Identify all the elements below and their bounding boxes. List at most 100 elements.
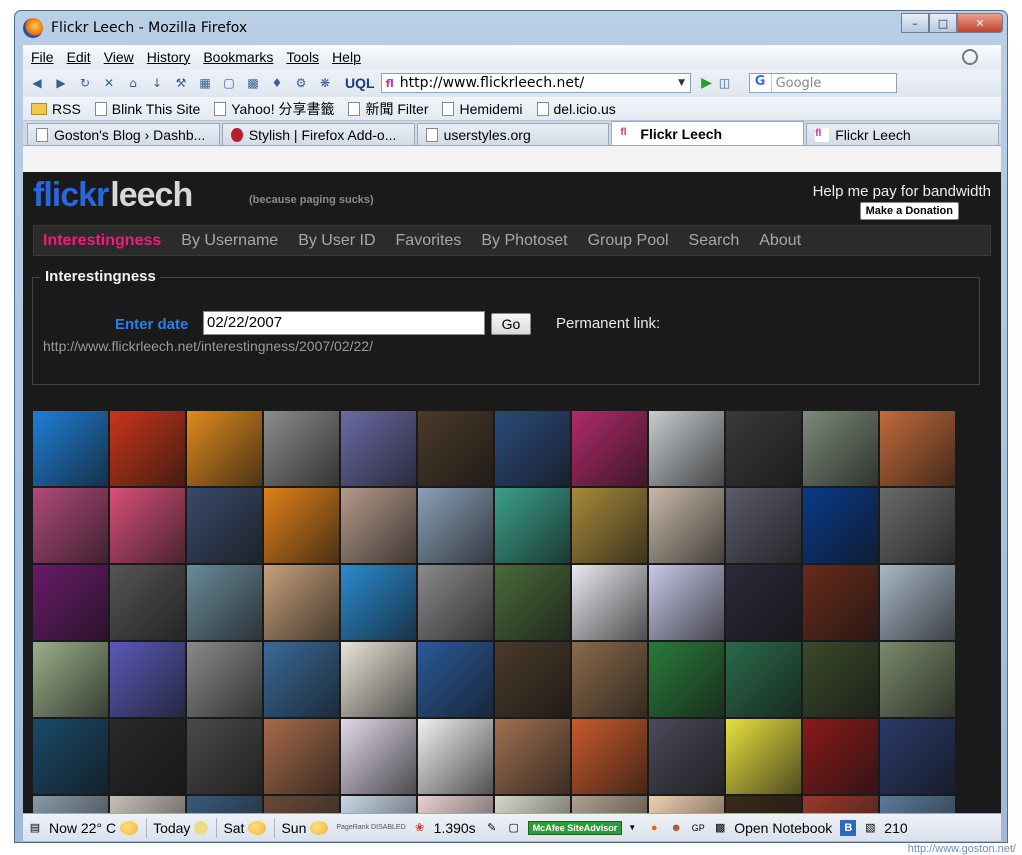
photo-thumbnail[interactable] <box>726 642 801 717</box>
bookmark-icon[interactable]: ▦ <box>197 75 213 91</box>
nav-search[interactable]: Search <box>689 232 740 250</box>
reload-icon[interactable]: ↻ <box>77 75 93 91</box>
greasemonkey-icon[interactable]: ☻ <box>668 820 684 836</box>
date-field[interactable]: 02/22/2007 <box>203 311 485 335</box>
photo-thumbnail[interactable] <box>572 796 647 813</box>
tab-flickr-leech-active[interactable]: fl Flickr Leech <box>611 121 805 145</box>
photo-thumbnail[interactable] <box>110 796 185 813</box>
tag-icon[interactable]: ♦ <box>269 75 285 91</box>
photo-thumbnail[interactable] <box>264 719 339 794</box>
photo-thumbnail[interactable] <box>187 488 262 563</box>
photo-thumbnail[interactable] <box>418 796 493 813</box>
weather-today[interactable]: Today <box>153 820 209 836</box>
photo-thumbnail[interactable] <box>33 642 108 717</box>
status-toggle-icon[interactable]: ▤ <box>27 820 43 836</box>
photo-thumbnail[interactable] <box>880 488 955 563</box>
photo-thumbnail[interactable] <box>33 488 108 563</box>
photo-thumbnail[interactable] <box>572 719 647 794</box>
photo-thumbnail[interactable] <box>341 411 416 486</box>
minimize-button[interactable]: – <box>901 13 929 33</box>
chevron-down-icon[interactable]: ▼ <box>674 78 690 88</box>
photo-thumbnail[interactable] <box>187 796 262 813</box>
photo-thumbnail[interactable] <box>341 488 416 563</box>
grid-icon[interactable]: ▩ <box>245 75 261 91</box>
photo-thumbnail[interactable] <box>418 642 493 717</box>
photo-thumbnail[interactable] <box>495 796 570 813</box>
photo-thumbnail[interactable] <box>264 642 339 717</box>
weather-sat[interactable]: Sat <box>223 820 267 836</box>
photo-thumbnail[interactable] <box>495 719 570 794</box>
photo-thumbnail[interactable] <box>33 565 108 640</box>
menu-view[interactable]: View <box>104 49 134 65</box>
photo-thumbnail[interactable] <box>803 565 878 640</box>
tab-userstyles[interactable]: userstyles.org <box>416 123 610 145</box>
title-bar[interactable]: Flickr Leech - Mozilla Firefox – □ ✕ <box>15 11 1007 45</box>
photo-thumbnail[interactable] <box>649 565 724 640</box>
photo-thumbnail[interactable] <box>803 719 878 794</box>
photo-thumbnail[interactable] <box>726 796 801 813</box>
mcafee-siteadvisor-button[interactable]: McAfee SiteAdvisor <box>527 820 623 835</box>
photo-thumbnail[interactable] <box>572 642 647 717</box>
photo-thumbnail[interactable] <box>649 796 724 813</box>
nav-about[interactable]: About <box>759 232 801 250</box>
nav-favorites[interactable]: Favorites <box>396 232 462 250</box>
address-bar[interactable]: fl http://www.flickrleech.net/ ▼ <box>380 73 691 93</box>
uql-button[interactable]: UQL <box>345 75 375 91</box>
photo-thumbnail[interactable] <box>726 565 801 640</box>
weather-now[interactable]: Now 22° C <box>49 820 139 836</box>
photo-thumbnail[interactable] <box>572 411 647 486</box>
nav-by-username[interactable]: By Username <box>181 232 278 250</box>
photo-thumbnail[interactable] <box>33 796 108 813</box>
photo-thumbnail[interactable] <box>341 642 416 717</box>
photo-thumbnail[interactable] <box>649 642 724 717</box>
photo-thumbnail[interactable] <box>726 488 801 563</box>
photo-thumbnail[interactable] <box>418 488 493 563</box>
bookmark-yahoo[interactable]: Yahoo! 分享書籤 <box>214 99 334 119</box>
back-arrow-icon[interactable]: ◀ <box>29 75 45 91</box>
bookmark-news-filter[interactable]: 新聞 Filter <box>348 99 428 119</box>
tools-icon[interactable]: ⚒ <box>173 75 189 91</box>
forward-arrow-icon[interactable]: ▶ <box>53 75 69 91</box>
chevron-down-icon[interactable]: ▼ <box>624 820 640 836</box>
photo-thumbnail[interactable] <box>880 719 955 794</box>
maximize-button[interactable]: □ <box>929 13 957 33</box>
photo-thumbnail[interactable] <box>572 565 647 640</box>
menu-help[interactable]: Help <box>332 49 361 65</box>
tab-stylish[interactable]: Stylish | Firefox Add-o... <box>221 123 415 145</box>
edit-icon[interactable]: ✎ <box>484 820 500 836</box>
photo-thumbnail[interactable] <box>803 488 878 563</box>
bookmark-rss[interactable]: RSS <box>31 101 81 117</box>
photo-thumbnail[interactable] <box>187 642 262 717</box>
photo-thumbnail[interactable] <box>418 565 493 640</box>
photo-thumbnail[interactable] <box>187 411 262 486</box>
photo-thumbnail[interactable] <box>880 565 955 640</box>
photo-thumbnail[interactable] <box>649 488 724 563</box>
photo-thumbnail[interactable] <box>187 565 262 640</box>
photo-thumbnail[interactable] <box>110 642 185 717</box>
photo-thumbnail[interactable] <box>264 411 339 486</box>
nav-by-photoset[interactable]: By Photoset <box>481 232 567 250</box>
tab-flickr-leech[interactable]: fl Flickr Leech <box>806 123 999 145</box>
puzzle-icon[interactable]: ❋ <box>317 75 333 91</box>
menu-history[interactable]: History <box>147 49 191 65</box>
photo-thumbnail[interactable] <box>880 796 955 813</box>
chart-icon[interactable]: ▧ <box>862 820 878 836</box>
page-icon[interactable]: ▢ <box>506 820 522 836</box>
screen-icon[interactable]: ▩ <box>712 820 728 836</box>
firebug-icon[interactable]: ❀ <box>412 820 428 836</box>
weather-sun[interactable]: Sun <box>281 820 329 836</box>
photo-thumbnail[interactable] <box>110 565 185 640</box>
photo-thumbnail[interactable] <box>880 642 955 717</box>
menu-bookmarks[interactable]: Bookmarks <box>203 49 273 65</box>
photo-thumbnail[interactable] <box>649 719 724 794</box>
photo-thumbnail[interactable] <box>341 565 416 640</box>
close-button[interactable]: ✕ <box>957 13 1003 33</box>
photo-thumbnail[interactable] <box>341 719 416 794</box>
photo-thumbnail[interactable] <box>726 411 801 486</box>
tab-goston-blog[interactable]: Goston's Blog › Dashb... <box>27 123 220 145</box>
pagerank-indicator[interactable]: PageRank DISABLED <box>336 824 405 832</box>
photo-thumbnail[interactable] <box>572 488 647 563</box>
photo-thumbnail[interactable] <box>803 411 878 486</box>
gp-indicator[interactable]: GP <box>690 820 706 836</box>
menu-file[interactable]: File <box>31 49 54 65</box>
